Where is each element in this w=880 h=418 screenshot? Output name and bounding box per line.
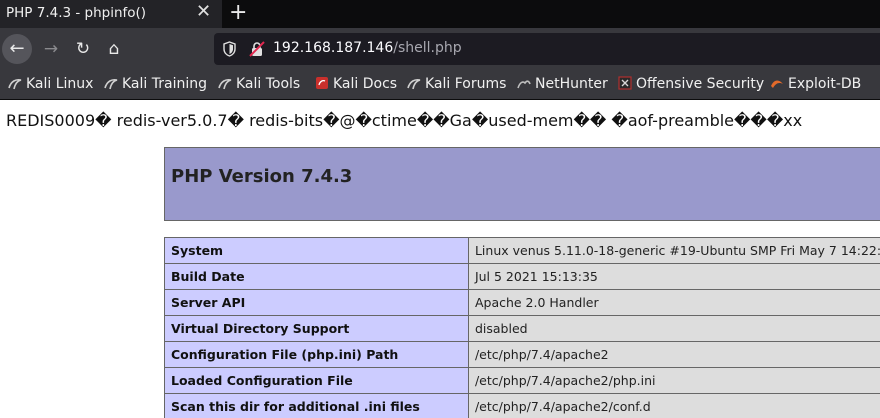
row-value: disabled (467, 315, 880, 342)
table-row: Server API Apache 2.0 Handler (164, 289, 880, 316)
new-tab-icon[interactable]: + (229, 0, 247, 26)
row-key: Virtual Directory Support (164, 315, 469, 342)
table-row: Virtual Directory Support disabled (164, 315, 880, 342)
page-content: REDIS0009� redis-ver5.0.7� redis-bits�@�… (0, 101, 880, 418)
bookmark-label: Kali Forums (425, 76, 507, 92)
tab-close-icon[interactable]: ✕ (196, 2, 211, 22)
kali-docs-icon (316, 77, 328, 89)
reload-icon[interactable]: ↻ (68, 34, 98, 64)
bookmark-kali-tools[interactable]: Kali Tools (218, 76, 300, 92)
exploitdb-icon (771, 80, 783, 88)
url-bar[interactable]: 192.168.187.146/shell.php (214, 33, 880, 65)
bookmark-exploit-db[interactable]: Exploit-DB (770, 76, 861, 92)
kali-dragon-icon (104, 78, 118, 90)
row-value: Apache 2.0 Handler (467, 289, 880, 316)
bookmark-offensive-security[interactable]: Offensive Security (618, 76, 764, 92)
bookmark-kali-training[interactable]: Kali Training (104, 76, 207, 92)
row-value: /etc/php/7.4/apache2/conf.d (467, 393, 880, 418)
table-row: Scan this dir for additional .ini files /… (164, 393, 880, 418)
insecure-lock-icon[interactable] (249, 41, 265, 57)
back-arrow-icon[interactable]: ← (2, 34, 32, 64)
table-row: System Linux venus 5.11.0-18-generic #19-… (164, 237, 880, 264)
navigation-bar: ← → ↻ ⌂ 192.168.187.146/shell.php (0, 28, 880, 70)
bookmark-label: Kali Docs (333, 76, 398, 92)
bookmark-kali-docs[interactable]: Kali Docs (315, 76, 397, 92)
bookmark-label: Kali Training (122, 76, 207, 92)
row-key: Server API (164, 289, 469, 316)
row-key: Loaded Configuration File (164, 367, 469, 394)
bookmark-label: Kali Tools (236, 76, 301, 92)
tracking-shield-icon[interactable] (223, 41, 236, 57)
php-version-header: PHP Version 7.4.3 (164, 147, 880, 221)
table-row: Loaded Configuration File/etc/php/7.4/ap… (164, 367, 880, 394)
page-title: PHP Version 7.4.3 (171, 166, 353, 187)
row-value: Linux venus 5.11.0-18-generic #19-Ubuntu… (467, 237, 880, 264)
tab-title: PHP 7.4.3 - phpinfo() (6, 5, 147, 21)
kali-dragon-icon (8, 78, 22, 90)
tab-strip: PHP 7.4.3 - phpinfo() ✕ + (0, 0, 880, 28)
table-row: Configuration File (php.ini) Path/etc/ph… (164, 341, 880, 368)
bookmark-label: NetHunter (535, 76, 608, 92)
row-key: Scan this dir for additional .ini files (164, 393, 469, 418)
row-value: /etc/php/7.4/apache2 (467, 341, 880, 368)
kali-dragon-icon (218, 78, 232, 90)
nethunter-icon (517, 80, 531, 89)
row-key: Configuration File (php.ini) Path (164, 341, 469, 368)
table-row: Build Date Jul 5 2021 15:13:35 (164, 263, 880, 290)
row-value: Jul 5 2021 15:13:35 (467, 263, 880, 290)
forward-arrow-icon[interactable]: → (36, 34, 66, 64)
phpinfo-table: System Linux venus 5.11.0-18-generic #19-… (164, 237, 880, 418)
url-path: /shell.php (393, 40, 462, 56)
url-host: 192.168.187.146 (273, 40, 394, 56)
bookmark-label: Offensive Security (636, 76, 765, 92)
kali-dragon-icon (407, 78, 421, 90)
row-key: Build Date (164, 263, 469, 290)
bookmark-nethunter[interactable]: NetHunter (517, 76, 608, 92)
home-icon[interactable]: ⌂ (99, 34, 129, 64)
bookmarks-bar: Kali Linux Kali Training Kali Tools Kali… (0, 70, 880, 100)
bookmark-kali-forums[interactable]: Kali Forums (407, 76, 506, 92)
bookmark-kali-linux[interactable]: Kali Linux (8, 76, 93, 92)
row-key: System (164, 237, 469, 264)
bookmark-label: Exploit-DB (788, 76, 862, 92)
redis-dump-text: REDIS0009� redis-ver5.0.7� redis-bits�@�… (6, 111, 803, 130)
tab-phpinfo[interactable]: PHP 7.4.3 - phpinfo() ✕ (0, 0, 222, 28)
bookmark-label: Kali Linux (26, 76, 94, 92)
row-value: /etc/php/7.4/apache2/php.ini (467, 367, 880, 394)
offsec-icon (618, 76, 632, 90)
url-text[interactable]: 192.168.187.146/shell.php (273, 40, 462, 56)
